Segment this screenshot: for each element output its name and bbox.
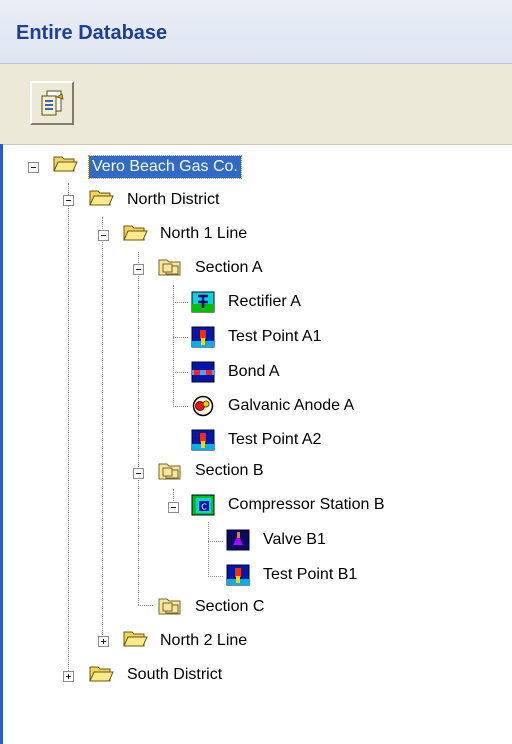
svg-text:C: C [201,503,207,512]
folder-open-icon [123,225,148,241]
folder-open-icon [89,190,114,206]
galvanic-anode-icon [192,395,214,417]
folder-closed-icon [123,631,148,647]
folder-open-icon [53,156,78,172]
tree-node-label: Test Point B1 [263,566,358,583]
bond-icon [191,361,215,383]
properties-icon [41,90,64,116]
test-point-icon [226,564,250,586]
test-point-icon [191,326,215,348]
tree-node-label: North 1 Line [160,225,248,242]
rectifier-icon [191,291,215,313]
collapse-toggle[interactable] [133,264,144,275]
folder-closed-icon [89,666,114,682]
tree-node-label: Valve B1 [263,531,326,548]
collapse-toggle[interactable] [28,162,39,173]
tree-node-label: Section A [195,259,263,276]
panel-header: Entire Database [0,0,512,64]
panel-title: Entire Database [16,22,168,44]
tree-node-label: North District [127,191,220,208]
tree-node-label: Rectifier A [228,293,301,310]
tree-node-label: Galvanic Anode A [228,397,355,414]
expand-toggle[interactable] [98,636,109,647]
collapse-toggle[interactable] [133,468,144,479]
collapse-toggle[interactable] [98,230,109,241]
tree-node-label: Vero Beach Gas Co. [88,155,242,179]
section-folder-icon [158,598,181,615]
valve-icon [226,529,250,551]
section-folder-icon [158,259,181,276]
tree-node-label: North 2 Line [160,632,248,649]
expand-toggle[interactable] [63,671,74,682]
tree-node-label: South District [127,666,223,683]
tree-node-label: Compressor Station B [228,496,385,513]
tree-node-label: Test Point A2 [228,431,322,448]
compressor-station-icon: C [191,494,215,516]
test-point-icon [191,429,215,451]
collapse-toggle[interactable] [63,195,74,206]
tree-node-label: Test Point A1 [228,328,322,345]
collapse-toggle[interactable] [168,502,179,513]
properties-button[interactable] [30,81,74,125]
section-folder-icon [158,463,181,480]
tree-node-label: Section B [195,462,264,479]
toolbar [0,64,512,145]
tree-node-label: Section C [195,598,265,615]
tree-node-label: Bond A [228,363,280,380]
tree-view[interactable]: Vero Beach Gas Co. North District North … [0,144,512,744]
